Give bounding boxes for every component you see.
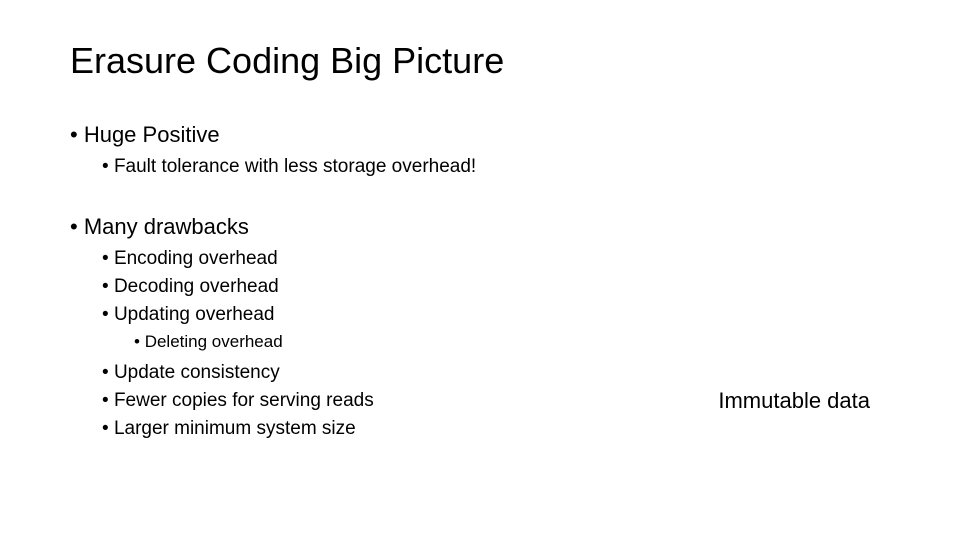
bullet-drawback-item: Decoding overhead [102, 276, 890, 298]
bullet-drawback-item: Updating overhead [102, 304, 890, 326]
bullet-drawback-item: Encoding overhead [102, 248, 890, 270]
bullet-drawback-item: Update consistency [102, 362, 890, 384]
bullet-positive-heading: Huge Positive [70, 122, 890, 148]
slide-title: Erasure Coding Big Picture [70, 40, 890, 82]
bullet-positive-item: Fault tolerance with less storage overhe… [102, 156, 890, 178]
bullet-drawback-subitem: Deleting overhead [134, 332, 890, 352]
bullet-drawbacks-heading: Many drawbacks [70, 214, 890, 240]
annotation-immutable-data: Immutable data [718, 388, 870, 414]
bullet-drawback-item: Larger minimum system size [102, 418, 890, 440]
